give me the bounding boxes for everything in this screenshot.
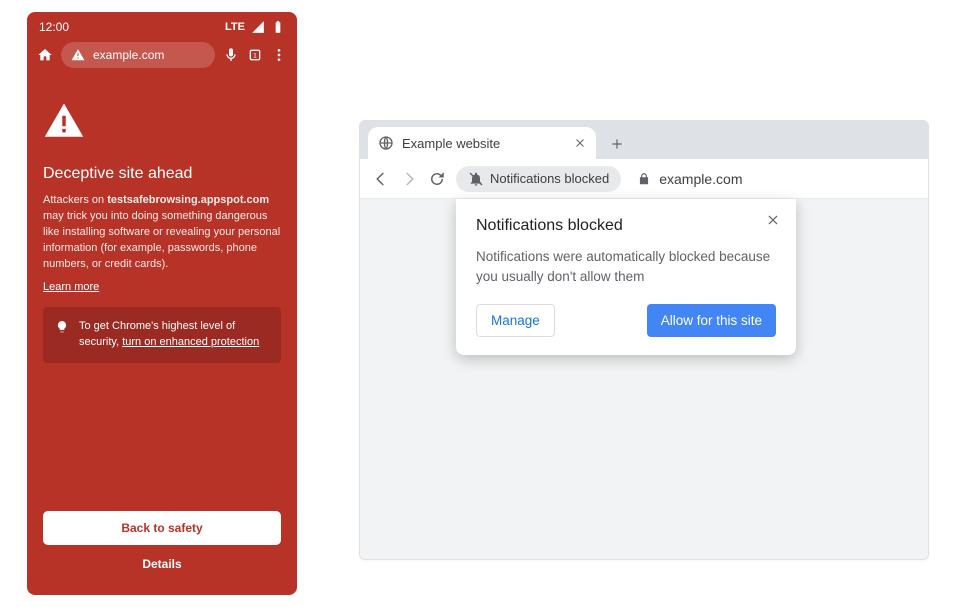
status-bar: 12:00 LTE	[27, 12, 297, 38]
warning-footer: Back to safety Details	[43, 503, 281, 587]
mic-icon[interactable]	[223, 47, 239, 63]
address-url: example.com	[659, 171, 742, 187]
tab-title: Example website	[402, 136, 500, 151]
popup-close-button[interactable]	[762, 209, 784, 236]
warning-content: Deceptive site ahead Attackers on testsa…	[27, 78, 297, 595]
forward-icon[interactable]	[400, 170, 418, 188]
address-bar[interactable]: example.com	[637, 171, 742, 187]
close-icon	[766, 213, 780, 227]
notifications-blocked-popup: Notifications blocked Notifications were…	[456, 199, 796, 355]
desktop-browser-window: Example website Notifications blocked ex…	[359, 120, 929, 560]
omnibar: example.com 1	[27, 38, 297, 78]
warning-title: Deceptive site ahead	[43, 165, 281, 183]
globe-icon	[378, 135, 394, 151]
allow-for-site-button[interactable]: Allow for this site	[647, 304, 776, 337]
tab-strip: Example website	[360, 121, 928, 159]
popup-title: Notifications blocked	[476, 217, 776, 235]
overflow-menu-icon[interactable]	[271, 47, 287, 63]
warning-body: Attackers on testsafebrowsing.appspot.co…	[43, 193, 281, 273]
bell-off-icon	[468, 171, 484, 187]
browser-tab[interactable]: Example website	[368, 127, 596, 159]
mobile-browser-screen: 12:00 LTE example.com 1 Deceptive site a…	[27, 12, 297, 595]
status-time: 12:00	[39, 20, 69, 34]
warning-triangle-icon	[43, 100, 281, 145]
reload-icon[interactable]	[428, 170, 446, 188]
plus-icon	[610, 137, 624, 151]
enhanced-protection-tip: To get Chrome's highest level of securit…	[43, 307, 281, 363]
lightbulb-icon	[55, 320, 69, 334]
home-icon[interactable]	[37, 47, 53, 63]
back-to-safety-button[interactable]: Back to safety	[43, 511, 281, 545]
omnibar-url-field[interactable]: example.com	[61, 42, 215, 68]
warning-icon	[71, 48, 85, 62]
status-network: LTE	[225, 21, 245, 33]
lock-icon	[637, 172, 651, 186]
popup-body: Notifications were automatically blocked…	[476, 247, 776, 286]
learn-more-link[interactable]: Learn more	[43, 281, 281, 293]
chip-label: Notifications blocked	[490, 171, 609, 186]
close-tab-icon[interactable]	[574, 137, 586, 149]
browser-viewport: Notifications blocked Notifications were…	[360, 199, 928, 559]
signal-icon	[251, 20, 265, 34]
svg-text:1: 1	[253, 53, 257, 60]
tabs-icon[interactable]: 1	[247, 47, 263, 63]
browser-toolbar: Notifications blocked example.com	[360, 159, 928, 199]
details-button[interactable]: Details	[43, 545, 281, 575]
manage-button[interactable]: Manage	[476, 304, 555, 337]
battery-icon	[271, 20, 285, 34]
back-icon[interactable]	[372, 170, 390, 188]
notifications-blocked-chip[interactable]: Notifications blocked	[456, 166, 621, 192]
omnibar-url: example.com	[93, 48, 205, 62]
new-tab-button[interactable]	[602, 129, 632, 159]
enhanced-protection-link[interactable]: turn on enhanced protection	[122, 336, 259, 348]
